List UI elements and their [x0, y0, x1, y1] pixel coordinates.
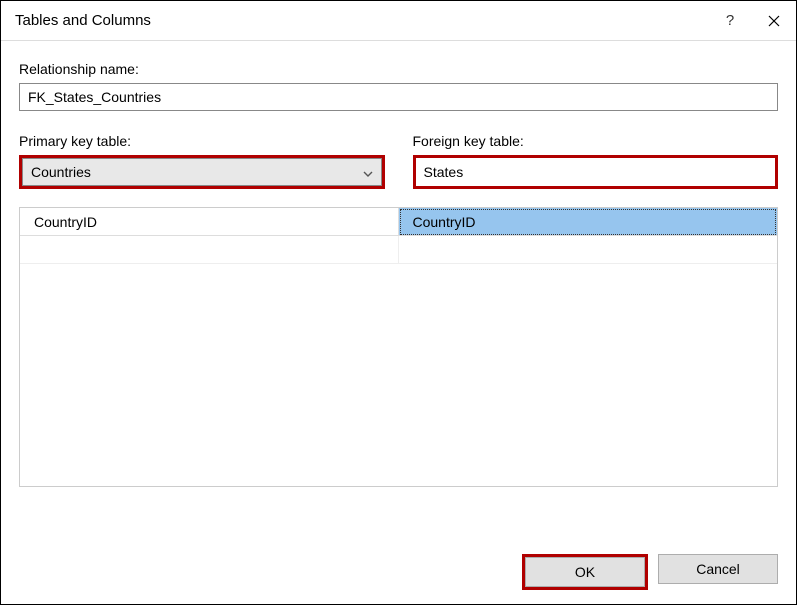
primary-key-highlight: Countries [19, 155, 385, 189]
foreign-key-table-label: Foreign key table: [413, 133, 779, 149]
relationship-name-input[interactable] [19, 83, 778, 111]
close-icon [768, 15, 780, 27]
tables-row: Primary key table: Countries Foreign key… [19, 133, 778, 189]
ok-button[interactable]: OK [525, 557, 645, 587]
primary-column-cell[interactable]: CountryID [20, 208, 399, 236]
primary-key-table-label: Primary key table: [19, 133, 385, 149]
cancel-button[interactable]: Cancel [658, 554, 778, 584]
relationship-name-label: Relationship name: [19, 61, 778, 77]
columns-area: CountryID CountryID [19, 207, 778, 487]
foreign-columns-list[interactable]: CountryID [399, 208, 778, 486]
ok-highlight: OK [522, 554, 648, 590]
help-button[interactable]: ? [708, 1, 752, 40]
foreign-key-highlight: States [413, 155, 779, 189]
dialog-footer: OK Cancel [19, 540, 778, 590]
foreign-key-table-value: States [416, 158, 776, 186]
foreign-column-cell[interactable]: CountryID [399, 208, 778, 236]
primary-column-empty[interactable] [20, 236, 399, 264]
dialog-title: Tables and Columns [15, 12, 708, 29]
primary-key-table-value: Countries [31, 164, 91, 180]
titlebar: Tables and Columns ? [1, 1, 796, 41]
foreign-key-col: Foreign key table: States [413, 133, 779, 189]
titlebar-controls: ? [708, 1, 796, 40]
foreign-column-empty[interactable] [399, 236, 778, 264]
dialog-content: Relationship name: Primary key table: Co… [1, 41, 796, 604]
close-button[interactable] [752, 1, 796, 40]
primary-key-col: Primary key table: Countries [19, 133, 385, 189]
primary-columns-list[interactable]: CountryID [20, 208, 399, 486]
primary-key-table-dropdown[interactable]: Countries [22, 158, 382, 186]
chevron-down-icon [363, 164, 373, 180]
